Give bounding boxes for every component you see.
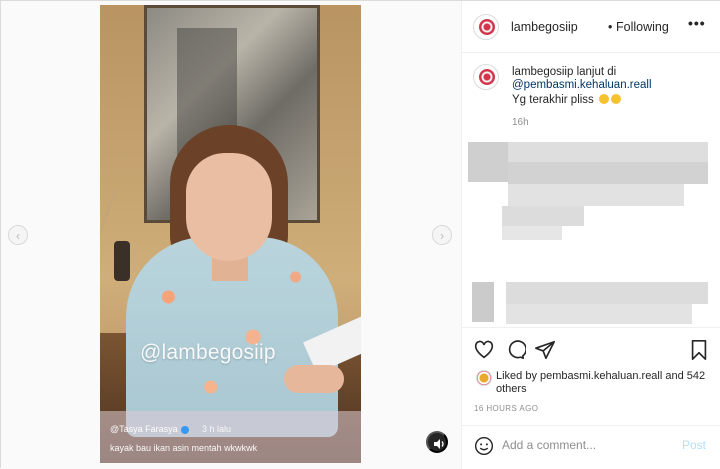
- avatar[interactable]: [473, 14, 499, 40]
- previous-button[interactable]: ‹: [8, 225, 28, 245]
- woman-face: [186, 153, 272, 261]
- caption-section: lambegosiip lanjut di @pembasmi.kehaluan…: [462, 54, 720, 326]
- crying-emoji-icon: [611, 94, 622, 104]
- post-modal: ‹ @lambegosiip @Tasya Farasya 3 h lalu k…: [0, 0, 720, 469]
- smile-icon[interactable]: [474, 436, 494, 456]
- header-username[interactable]: lambegosiip: [511, 20, 578, 34]
- add-comment-section: Post: [462, 425, 720, 469]
- verified-icon: [180, 425, 189, 434]
- blurred-content: [472, 282, 494, 322]
- share-icon[interactable]: [534, 339, 556, 361]
- video-watermark: @lambegosiip: [140, 341, 276, 364]
- next-button[interactable]: ›: [432, 225, 452, 245]
- hand-image: [284, 365, 344, 393]
- post-side-panel: lambegosiip • Following ••• lambegosiip …: [461, 1, 720, 469]
- bookmark-icon[interactable]: [688, 339, 710, 361]
- liker-avatar[interactable]: [476, 370, 492, 386]
- blurred-content: [506, 282, 708, 304]
- comment-input[interactable]: [502, 434, 672, 456]
- caption-mention-link[interactable]: @pembasmi.kehaluan.reall: [512, 79, 652, 91]
- blurred-content: [508, 184, 684, 206]
- profile-logo-icon: [479, 69, 495, 85]
- caption-avatar[interactable]: [473, 64, 499, 90]
- blurred-content: [502, 206, 584, 226]
- header-separator: •: [608, 20, 613, 34]
- speaker-icon: [434, 439, 444, 449]
- heart-icon[interactable]: [473, 339, 495, 361]
- post-timestamp[interactable]: 16 HOURS AGO: [474, 404, 538, 413]
- following-button[interactable]: Following: [616, 20, 669, 34]
- blurred-content: [508, 162, 708, 184]
- overlay-comment-name: @Tasya Farasya: [110, 424, 189, 434]
- more-options-icon[interactable]: •••: [688, 15, 706, 31]
- overlay-comment-strip: [100, 411, 361, 463]
- caption-username[interactable]: lambegosiip: [512, 66, 573, 78]
- audio-toggle-button[interactable]: [426, 431, 448, 453]
- blurred-content: [506, 304, 692, 324]
- media-area: ‹ @lambegosiip @Tasya Farasya 3 h lalu k…: [1, 1, 461, 469]
- comment-icon[interactable]: [504, 339, 526, 361]
- caption-timestamp: 16h: [512, 117, 529, 128]
- blurred-content: [508, 142, 708, 162]
- likes-count[interactable]: Liked by pembasmi.kehaluan.reall and 542…: [496, 370, 718, 396]
- vase-image: [114, 241, 130, 281]
- crying-emoji-icon: [599, 94, 610, 104]
- blurred-content: [502, 226, 562, 240]
- post-video[interactable]: @lambegosiip @Tasya Farasya 3 h lalu kay…: [100, 5, 361, 463]
- caption-line-3: Yg terakhir pliss: [512, 94, 622, 106]
- caption-text-2: Yg terakhir pliss: [512, 94, 594, 106]
- caption-text: lanjut di: [576, 66, 617, 78]
- blurred-content: [468, 142, 508, 182]
- profile-logo-icon: [479, 19, 495, 35]
- post-actions: Liked by pembasmi.kehaluan.reall and 542…: [462, 327, 720, 425]
- overlay-comment-time: 3 h lalu: [202, 424, 232, 434]
- caption-line: lambegosiip lanjut di: [512, 66, 616, 78]
- post-comment-button[interactable]: Post: [682, 438, 706, 452]
- post-header: lambegosiip • Following •••: [462, 1, 720, 53]
- overlay-comment-text: kayak bau ikan asin mentah wkwkwk: [110, 443, 258, 453]
